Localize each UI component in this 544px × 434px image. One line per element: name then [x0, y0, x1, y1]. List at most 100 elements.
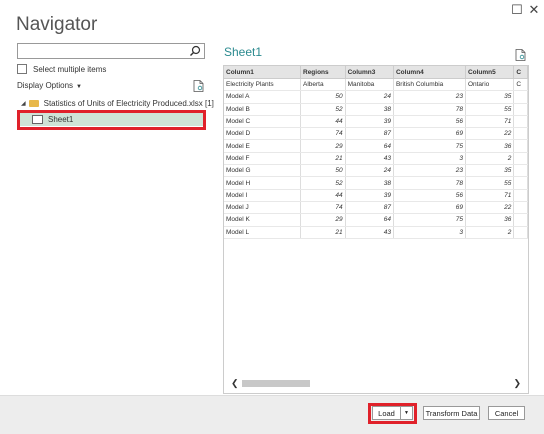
table-cell: 87 [345, 127, 394, 141]
table-cell: Ontario [465, 78, 515, 92]
table-cell: 78 [393, 176, 466, 190]
search-input[interactable] [17, 43, 205, 59]
table-cell: 56 [393, 189, 466, 202]
table-cell: Model A [224, 90, 301, 104]
table-row: Model H 52 38 78 55 [224, 176, 528, 190]
transform-data-button[interactable]: Transform Data [423, 406, 480, 420]
table-cell: Model J [224, 201, 301, 215]
table-cell [513, 115, 528, 129]
table-cell: 36 [465, 213, 515, 227]
table-cell: 71 [465, 189, 515, 202]
table-row: Model J 74 87 69 22 [224, 201, 528, 215]
table-row: Model C 44 39 56 71 [224, 115, 528, 129]
column-header[interactable]: Column1 [224, 66, 301, 79]
table-cell: 22 [465, 201, 515, 215]
table-cell: 29 [300, 213, 346, 227]
tree-file-node[interactable]: ◢ Statistics of Units of Electricity Pro… [21, 99, 214, 108]
table-cell: 23 [393, 90, 466, 104]
table-cell [513, 103, 528, 116]
column-header[interactable]: Regions [300, 66, 346, 79]
table-cell: 3 [393, 152, 466, 166]
scroll-left-icon[interactable]: ❮ [231, 378, 239, 389]
table-cell [513, 176, 528, 190]
table-cell: 22 [465, 127, 515, 141]
table-cell: 74 [300, 201, 346, 215]
select-multiple-checkbox[interactable] [17, 64, 27, 74]
table-cell: 64 [345, 139, 394, 153]
file-label: Statistics of Units of Electricity Produ… [43, 99, 214, 108]
table-cell: 75 [393, 213, 466, 227]
table-cell: 50 [300, 164, 346, 178]
table-cell: Model I [224, 189, 301, 202]
table-row: Model G 50 24 23 35 [224, 164, 528, 178]
highlight-box-sheet [17, 110, 206, 130]
table-cell [513, 152, 528, 166]
refresh-page-icon[interactable] [193, 80, 204, 92]
column-header[interactable]: C [513, 66, 528, 79]
table-cell: 2 [465, 152, 515, 166]
table-cell [513, 213, 528, 227]
table-cell [513, 201, 528, 215]
horizontal-scrollbar[interactable]: ❮ ❯ [228, 378, 524, 389]
close-icon[interactable]: ✕ [527, 3, 541, 17]
select-multiple-row[interactable]: Select multiple items [17, 64, 106, 74]
table-cell: British Columbia [393, 78, 466, 92]
chevron-down-icon: ▼ [76, 84, 82, 90]
preview-table: Column1 Regions Column3 Column4 Column5 … [223, 65, 529, 394]
table-cell: 21 [300, 152, 346, 166]
table-cell: 2 [465, 226, 515, 239]
table-cell: 56 [393, 115, 466, 129]
table-cell: 55 [465, 103, 515, 116]
table-cell: 43 [345, 226, 394, 239]
table-cell: Alberta [300, 78, 346, 92]
display-options-dropdown[interactable]: Display Options ▼ [17, 81, 82, 90]
table-cell: 44 [300, 189, 346, 202]
maximize-icon[interactable]: ☐ [510, 3, 524, 17]
table-cell: Model E [224, 139, 301, 153]
table-cell: Model L [224, 226, 301, 239]
table-cell [513, 127, 528, 141]
table-cell: 38 [345, 176, 394, 190]
table-cell: 71 [465, 115, 515, 129]
table-cell: 78 [393, 103, 466, 116]
table-cell: 87 [345, 201, 394, 215]
table-cell: 43 [345, 152, 394, 166]
column-header[interactable]: Column4 [393, 66, 466, 79]
folder-icon [28, 100, 39, 107]
scrollbar-thumb[interactable] [242, 380, 310, 387]
table-cell: 29 [300, 139, 346, 153]
table-cell: 38 [345, 103, 394, 116]
table-cell: 75 [393, 139, 466, 153]
display-options-label: Display Options [17, 81, 74, 90]
table-row: Model D 74 87 69 22 [224, 127, 528, 141]
search-icon[interactable] [188, 44, 202, 58]
table-cell [513, 189, 528, 202]
scroll-right-icon[interactable]: ❯ [513, 378, 521, 389]
preview-title: Sheet1 [224, 45, 263, 59]
table-cell: 21 [300, 226, 346, 239]
table-cell: Model K [224, 213, 301, 227]
table-cell: Manitoba [345, 78, 394, 92]
table-cell: 52 [300, 176, 346, 190]
expand-triangle-icon[interactable]: ◢ [21, 100, 26, 107]
preview-refresh-icon[interactable] [515, 49, 526, 61]
table-cell [513, 226, 528, 239]
cancel-button[interactable]: Cancel [488, 406, 525, 420]
table-row: Model A 50 24 23 35 [224, 90, 528, 104]
table-row: Model B 52 38 78 55 [224, 103, 528, 116]
cancel-label: Cancel [494, 408, 519, 418]
table-cell: 3 [393, 226, 466, 239]
table-cell: 24 [345, 90, 394, 104]
table-cell: 52 [300, 103, 346, 116]
table-cell: 36 [465, 139, 515, 153]
table-cell: 55 [465, 176, 515, 190]
table-row: Model F 21 43 3 2 [224, 152, 528, 166]
table-cell: 69 [393, 127, 466, 141]
select-multiple-label: Select multiple items [33, 64, 107, 74]
table-cell: 39 [345, 115, 394, 129]
column-header[interactable]: Column3 [345, 66, 394, 79]
table-cell: Model H [224, 176, 301, 190]
table-cell: 74 [300, 127, 346, 141]
table-row: Electricity Plants Alberta Manitoba Brit… [224, 78, 528, 92]
column-header[interactable]: Column5 [465, 66, 515, 79]
